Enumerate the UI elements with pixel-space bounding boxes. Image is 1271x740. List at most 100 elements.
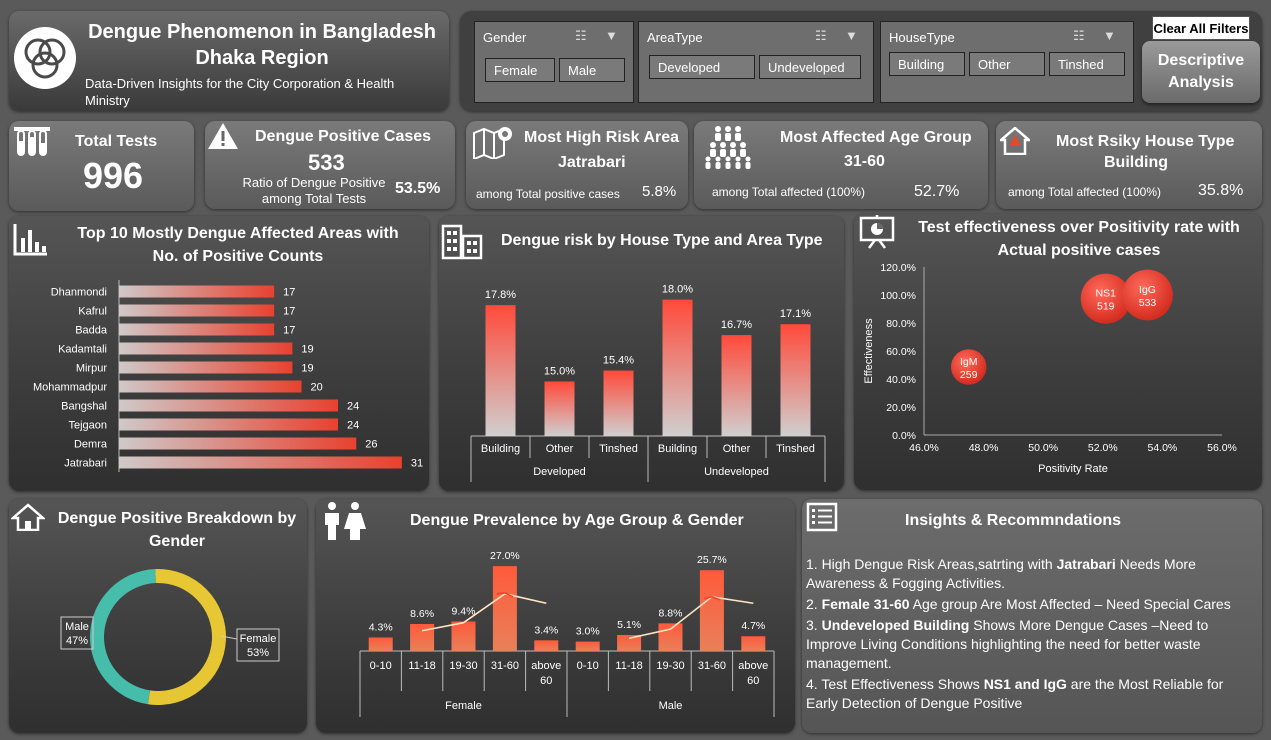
house-type-pct: 35.8% [1198, 182, 1244, 199]
gender-option-female[interactable]: Female [485, 58, 555, 82]
bar [119, 418, 338, 431]
positive-cases-value: 533 [308, 150, 345, 175]
areatype-option-undeveloped[interactable]: Undeveloped [759, 55, 861, 79]
insights-list: 1. High Dengue Risk Areas,satrting with … [806, 555, 1256, 713]
tick-label: 60 [747, 675, 759, 687]
insight-item: 2. Female 31-60 Age group Are Most Affec… [806, 595, 1256, 614]
x-axis-label: Positivity Rate [1038, 463, 1108, 475]
tick-label: Building [481, 443, 520, 455]
bubble-label: IgG [1139, 284, 1156, 296]
top-areas-bar-chart: Dhanmondi 17 Kafrul 17 Badda 17 Kadamtali 19 Mir… [33, 280, 423, 472]
clear-all-filters-button[interactable]: Clear All Filters [1152, 16, 1250, 40]
tick-label: Other [546, 443, 574, 455]
insight-text: 4. Test Effectiveness Shows [806, 676, 984, 692]
gender-title: Dengue Positive Breakdown by Gender [49, 507, 305, 553]
age-group-sub: among Total affected (100%) [712, 185, 865, 199]
data-label: 17 [283, 306, 295, 318]
housetype-option-other[interactable]: Other [969, 52, 1045, 76]
x-tick-label: 48.0% [969, 442, 999, 454]
housetype-option-building[interactable]: Building [889, 52, 965, 76]
descriptive-analysis-button[interactable]: Descriptive Analysis [1142, 41, 1260, 103]
y-tick-label: 120.0% [880, 262, 916, 274]
data-label: 3.0% [576, 626, 600, 638]
tick-label: 31-60 [491, 660, 519, 672]
test-tubes-icon [14, 127, 50, 156]
bar [119, 285, 275, 298]
areatype-slicer[interactable]: AreaType ☷ ▼ Developed Undeveloped [638, 21, 874, 103]
bar [603, 370, 634, 436]
data-label: 20 [311, 382, 323, 394]
bar [617, 634, 642, 651]
house-risk-bar-chart: 17.8% Building 15.0% Other 15.4% Tinshed Devel… [470, 284, 826, 482]
donut-value: 53% [247, 647, 269, 659]
tick-label: Mohammadpur [33, 382, 107, 394]
filter-funnel-icon[interactable]: ▼ [1103, 28, 1116, 43]
areatype-option-developed[interactable]: Developed [649, 55, 755, 79]
tick-label: above [738, 660, 768, 672]
data-label: 3.4% [534, 624, 558, 636]
bar [119, 380, 302, 393]
data-label: 27.0% [490, 550, 520, 562]
house-warning-icon [1000, 127, 1030, 155]
house-type-label: Most Rsiky House Type [1056, 133, 1235, 150]
multi-select-icon[interactable]: ☷ [575, 28, 587, 44]
filter-funnel-icon[interactable]: ▼ [845, 28, 858, 43]
bar [119, 342, 293, 355]
age-group-pct: 52.7% [914, 183, 960, 200]
top-areas-title-line1: Top 10 Mostly Dengue Affected Areas with [77, 225, 399, 242]
descriptive-analysis-line1: Descriptive [1157, 52, 1245, 69]
insight-highlight: Undeveloped Building [821, 617, 970, 633]
y-axis-label: Effectiveness [863, 318, 875, 384]
housetype-slicer[interactable]: HouseType ☷ ▼ Building Other Tinshed [880, 21, 1134, 103]
gender-option-male[interactable]: Male [559, 58, 625, 82]
positive-cases-label: Dengue Positive Cases [255, 128, 432, 145]
people-group-icon [705, 126, 751, 169]
bar [741, 636, 766, 651]
data-label: 15.0% [544, 365, 575, 377]
insight-item: 3. Undeveloped Building Shows More Dengu… [806, 616, 1256, 673]
data-label: 4.7% [741, 620, 765, 632]
x-tick-label: 46.0% [909, 442, 939, 454]
tick-label: Badda [75, 325, 108, 337]
insight-text: Age group Are Most Affected – Need Speci… [909, 596, 1231, 612]
insight-item: 4. Test Effectiveness Shows NS1 and IgG … [806, 675, 1256, 713]
bar [780, 324, 811, 436]
tick-label: 11-18 [408, 660, 435, 672]
bar [699, 570, 724, 651]
page-title: Dengue Phenomenon in Bangladesh Dhaka Re… [81, 19, 443, 71]
y-tick-label: 100.0% [880, 290, 916, 302]
bar [410, 623, 435, 651]
bar [658, 623, 683, 651]
gender-slicer[interactable]: Gender ☷ ▼ Female Male [474, 21, 634, 103]
tick-label: 19-30 [449, 660, 477, 672]
group-label: Female [445, 700, 482, 712]
descriptive-analysis-line2: Analysis [1168, 74, 1234, 91]
page-title-line1: Dengue Phenomenon in Bangladesh [88, 21, 436, 43]
y-tick-label: 40.0% [886, 374, 916, 386]
data-label: 24 [347, 420, 359, 432]
header-panel: Dengue Phenomenon in Bangladesh Dhaka Re… [9, 11, 449, 111]
age-group-label: Most Affected Age Group [780, 129, 972, 146]
top-areas-title-line2: No. of Positive Counts [152, 248, 324, 265]
home-icon [11, 503, 45, 531]
tick-label: Tinshed [776, 443, 815, 455]
bar [451, 621, 476, 651]
kpi-age-group: Most Affected Age Group 31-60 among Tota… [694, 121, 988, 209]
tick-label: 31-60 [698, 660, 726, 672]
kpi-total-tests: Total Tests 996 [9, 121, 194, 211]
insight-text: 1. High Dengue Risk Areas,satrting with [806, 556, 1057, 572]
gender-slicer-title: Gender [483, 30, 527, 45]
bar [119, 456, 402, 469]
tick-label: Tejgaon [68, 420, 107, 432]
data-label: 17.8% [485, 289, 516, 301]
positive-ratio-line1: Ratio of Dengue Positive [242, 175, 386, 190]
multi-select-icon[interactable]: ☷ [1073, 28, 1085, 44]
housetype-option-tinshed[interactable]: Tinshed [1049, 52, 1125, 76]
filter-bar: Gender ☷ ▼ Female Male AreaType ☷ ▼ Deve… [460, 11, 1262, 111]
tick-label: above [531, 660, 561, 672]
filter-funnel-icon[interactable]: ▼ [605, 28, 618, 43]
multi-select-icon[interactable]: ☷ [815, 28, 827, 44]
page-subtitle-line1: Data-Driven Insights for the City Corpor… [85, 76, 395, 91]
bar [662, 299, 693, 436]
effectiveness-panel: Test effectiveness over Positivity rate … [854, 214, 1262, 490]
